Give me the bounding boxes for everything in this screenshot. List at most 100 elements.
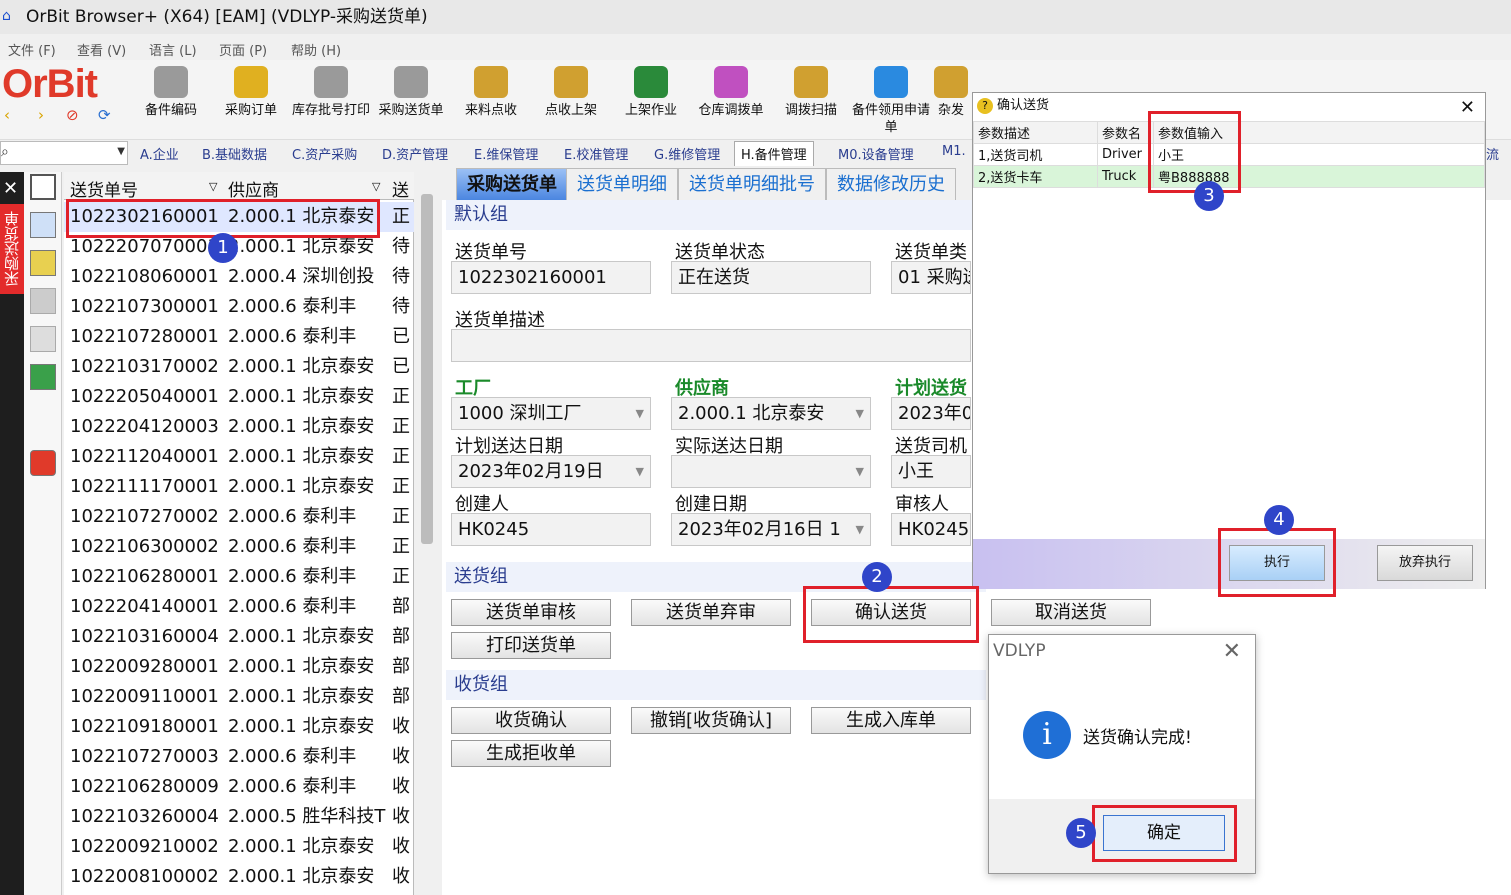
close-icon[interactable]: ✕ — [3, 178, 18, 199]
group-default[interactable]: 默认组 — [446, 200, 986, 230]
group-receive[interactable]: 收货组 — [446, 670, 986, 700]
close-icon[interactable]: ✕ — [1223, 639, 1241, 664]
tb-batch-print[interactable]: 库存批号打印 — [291, 66, 371, 119]
tb-misc[interactable]: 杂发 — [931, 66, 971, 119]
module-tab-c[interactable]: C.资产采购 — [292, 144, 357, 163]
module-tab-a[interactable]: A.企业 — [140, 144, 179, 163]
menu-help[interactable]: 帮助 (H) — [291, 40, 341, 59]
list-item[interactable]: 1022204140001 2.000.6 泰利丰 部 — [64, 592, 414, 622]
gen-inbound-button[interactable]: 生成入库单 — [811, 707, 971, 734]
delete-icon[interactable] — [30, 288, 56, 314]
abort-button[interactable]: 放弃执行 — [1377, 545, 1473, 581]
list-item[interactable]: 1022009280001 2.000.1 北京泰安部 — [64, 652, 414, 682]
print-button[interactable]: 打印送货单 — [451, 632, 611, 659]
list-cell-supplier: 2.000.5 胜华科技T — [228, 806, 386, 827]
select-factory[interactable]: 1000 深圳工厂 ▼ — [451, 397, 651, 430]
param-name: Truck — [1097, 165, 1154, 188]
back-icon[interactable]: ‹ — [4, 106, 10, 124]
module-tab-flow[interactable]: 流 — [1486, 144, 1499, 163]
list-item[interactable]: 1022107280001 2.000.6 泰利丰 已 — [64, 322, 414, 352]
tb-purchase-order[interactable]: 采购订单 — [211, 66, 291, 119]
list-item[interactable]: 1022106280001 2.000.6 泰利丰 正 — [64, 562, 414, 592]
gen-reject-button[interactable]: 生成拒收单 — [451, 740, 611, 767]
col-status[interactable]: 送 — [392, 176, 409, 201]
unaudit-button[interactable]: 送货单弃审 — [631, 599, 791, 626]
col-delivery-no[interactable]: 送货单号 — [70, 176, 138, 201]
edit-icon[interactable] — [30, 250, 56, 276]
field-driver[interactable]: 小王 — [891, 455, 971, 488]
new-doc-icon[interactable] — [30, 174, 56, 200]
module-search-input[interactable]: ⌕ ▼ — [0, 141, 128, 165]
menu-language[interactable]: 语言 (L) — [149, 40, 197, 59]
param-desc: 2,送货卡车 — [973, 165, 1098, 188]
list-item[interactable]: 1022008100002 2.000.1 北京泰安收 — [64, 862, 414, 892]
list-scrollbar[interactable] — [418, 172, 436, 895]
list-item[interactable]: 1022205040001 2.000.1 北京泰安正 — [64, 382, 414, 412]
menu-page[interactable]: 页面 (P) — [219, 40, 267, 59]
list-item[interactable]: 1022009210002 2.000.1 北京泰安收 — [64, 832, 414, 862]
copy-doc-icon[interactable] — [30, 212, 56, 238]
filter-icon[interactable]: ▽ — [372, 180, 380, 193]
list-cell-supplier: 2.000.1 北京泰安 — [228, 836, 375, 857]
chevron-down-icon: ▼ — [855, 465, 864, 478]
close-icon[interactable]: ✕ — [1460, 95, 1475, 121]
stop-icon[interactable]: ⊘ — [66, 106, 79, 124]
module-tab-calibration[interactable]: E.校准管理 — [564, 144, 628, 163]
list-item[interactable]: 1022111170001 2.000.1 北京泰安正 — [64, 472, 414, 502]
tb-check-shelve[interactable]: 点收上架 — [531, 66, 611, 119]
tb-incoming-check[interactable]: 来料点收 — [451, 66, 531, 119]
list-cell-delivery-no: 1022103260004 — [70, 806, 219, 827]
chevron-down-icon[interactable]: ▼ — [117, 146, 125, 157]
chevron-down-icon: ▼ — [635, 407, 644, 420]
filter-icon[interactable]: ▽ — [209, 180, 217, 193]
module-tab-d[interactable]: D.资产管理 — [382, 144, 448, 163]
tb-delivery-note[interactable]: 采购送货单 — [371, 66, 451, 119]
tb-transfer-scan[interactable]: 调拨扫描 — [771, 66, 851, 119]
list-item[interactable]: 1022107270003 2.000.6 泰利丰 收 — [64, 742, 414, 772]
tab-delivery-batch[interactable]: 送货单明细批号 — [678, 168, 826, 200]
menu-file[interactable]: 文件 (F) — [8, 40, 56, 59]
scroll-thumb[interactable] — [421, 194, 433, 544]
list-item[interactable]: 1022108060001 2.000.4 深圳创投待 — [64, 262, 414, 292]
list-item[interactable]: 1022103260004 2.000.5 胜华科技T 收 — [64, 802, 414, 832]
list-item[interactable]: 1022107300001 2.000.6 泰利丰 待 — [64, 292, 414, 322]
menu-view[interactable]: 查看 (V) — [77, 40, 126, 59]
receive-confirm-button[interactable]: 收货确认 — [451, 707, 611, 734]
undo-icon[interactable] — [30, 326, 56, 352]
module-tab-b[interactable]: B.基础数据 — [202, 144, 267, 163]
date-actual[interactable]: ▼ — [671, 455, 871, 488]
list-item[interactable]: 1022103170002 2.000.1 北京泰安已 — [64, 352, 414, 382]
list-item[interactable]: 1022106300002 2.000.6 泰利丰 正 — [64, 532, 414, 562]
list-item[interactable]: 1022009110001 2.000.1 北京泰安部 — [64, 682, 414, 712]
module-tab-h[interactable]: H.备件管理 — [734, 141, 814, 166]
select-supplier[interactable]: 2.000.1 北京泰安 ▼ — [671, 397, 871, 430]
list-item[interactable]: 1022109180001 2.000.1 北京泰安收 — [64, 712, 414, 742]
list-item[interactable]: 1022103160004 2.000.1 北京泰安部 — [64, 622, 414, 652]
date-plan[interactable]: 2023年02月19日 ▼ — [451, 455, 651, 488]
list-cell-delivery-no: 1022204140001 — [70, 596, 219, 617]
tb-shelving[interactable]: 上架作业 — [611, 66, 691, 119]
list-item[interactable]: 1022112040001 2.000.1 北京泰安正 — [64, 442, 414, 472]
audit-button[interactable]: 送货单审核 — [451, 599, 611, 626]
refresh-icon[interactable]: ⟳ — [98, 106, 111, 124]
module-tab-g[interactable]: G.维修管理 — [654, 144, 720, 163]
list-item[interactable]: 1022204120003 2.000.1 北京泰安正 — [64, 412, 414, 442]
tab-delivery-note[interactable]: 采购送货单 — [456, 168, 568, 200]
module-tab-m0[interactable]: M0.设备管理 — [838, 144, 914, 163]
tb-transfer-order[interactable]: 仓库调拨单 — [691, 66, 771, 119]
tb-spare-request[interactable]: 备件领用申请单 — [851, 66, 931, 136]
col-supplier[interactable]: 供应商 — [228, 176, 279, 201]
list-item[interactable]: 1022106280009 2.000.6 泰利丰 收 — [64, 772, 414, 802]
tab-change-history[interactable]: 数据修改历史 — [826, 168, 956, 200]
list-item[interactable]: 1022107270002 2.000.6 泰利丰 正 — [64, 502, 414, 532]
power-icon[interactable] — [30, 450, 56, 476]
module-tab-e[interactable]: E.维保管理 — [474, 144, 538, 163]
forward-icon[interactable]: › — [38, 106, 44, 124]
undo-receive-button[interactable]: 撤销[收货确认] — [631, 707, 791, 734]
cancel-ship-button[interactable]: 取消送货 — [991, 599, 1151, 626]
tb-spare-code[interactable]: 备件编码 — [131, 66, 211, 119]
module-tab-m1[interactable]: M1. — [942, 144, 966, 159]
tab-delivery-detail[interactable]: 送货单明细 — [566, 168, 678, 200]
field-plan-delivery[interactable]: 2023年0 — [891, 397, 971, 430]
save-icon[interactable] — [30, 364, 56, 390]
